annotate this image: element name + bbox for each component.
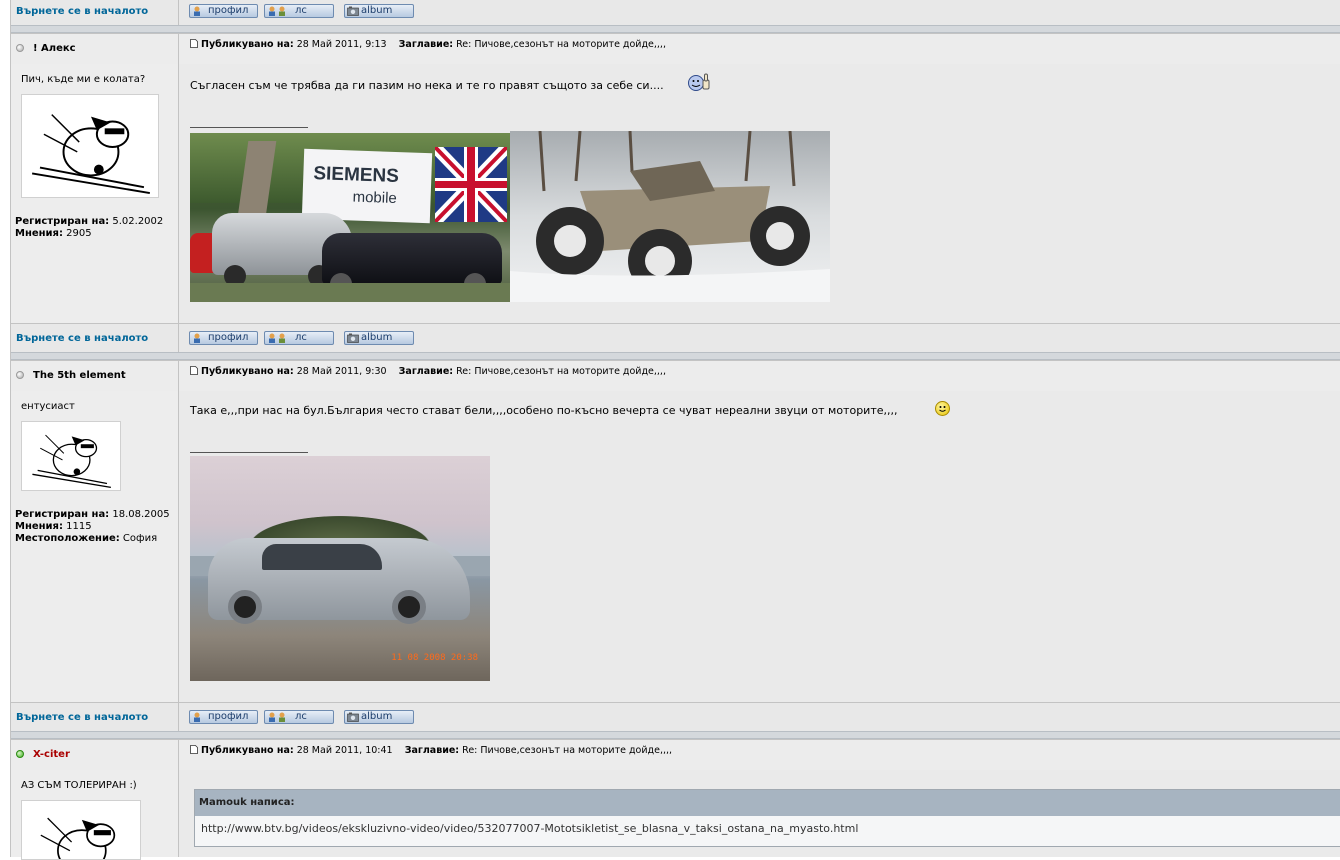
username[interactable]: The 5th element bbox=[33, 370, 126, 381]
atv-quad-illustration bbox=[510, 131, 830, 302]
avatar bbox=[21, 94, 159, 198]
camera-icon bbox=[347, 712, 359, 722]
post-icon bbox=[190, 39, 198, 48]
skiing-creature-avatar bbox=[32, 434, 111, 489]
quote-link[interactable]: http://www.btv.bg/videos/ekskluzivno-vid… bbox=[195, 816, 1340, 842]
pm-button[interactable]: лс bbox=[264, 4, 334, 18]
user-stats: Регистриран на: 18.08.2005 Мнения: 1115 … bbox=[15, 509, 170, 544]
post-meta: Публикувано на: 28 Май 2011, 9:13 Заглав… bbox=[190, 39, 666, 50]
user-rank: ентусиаст bbox=[21, 401, 75, 412]
user-stats: Регистриран на: 5.02.2002 Мнения: 2905 bbox=[15, 216, 164, 239]
union-jack-flag bbox=[435, 147, 507, 222]
signature-image-cars: SIEMENS mobile bbox=[190, 133, 510, 302]
album-button[interactable]: album bbox=[344, 331, 414, 345]
forum-thread: Върнете се в началото профил лс album ! … bbox=[10, 0, 1340, 860]
post-meta: Публикувано на: 28 Май 2011, 9:30 Заглав… bbox=[190, 366, 666, 377]
post-header-bar: The 5th element Публикувано на: 28 Май 2… bbox=[11, 360, 1340, 392]
back-to-top-link[interactable]: Върнете се в началото bbox=[16, 6, 148, 17]
users-icon bbox=[269, 333, 285, 343]
username[interactable]: ! Алекс bbox=[33, 43, 76, 54]
post-footer-bar: Върнете се в началото профил лс album bbox=[11, 702, 1340, 732]
username[interactable]: X-citer bbox=[33, 749, 70, 760]
post-footer-bar: Върнете се в началото профил лс album bbox=[11, 323, 1340, 353]
post-separator bbox=[11, 731, 1340, 739]
thumbs-up-smiley-icon bbox=[688, 73, 710, 91]
camera-icon bbox=[347, 6, 359, 16]
profile-button[interactable]: профил bbox=[189, 710, 258, 724]
back-to-top-link[interactable]: Върнете се в началото bbox=[16, 712, 148, 723]
skiing-creature-avatar bbox=[40, 817, 116, 859]
back-to-top-link[interactable]: Върнете се в началото bbox=[16, 333, 148, 344]
photo-date-stamp: 11 08 2008 20:38 bbox=[391, 653, 478, 663]
album-button[interactable]: album bbox=[344, 4, 414, 18]
smiley-icon bbox=[935, 401, 950, 416]
avatar bbox=[21, 800, 141, 860]
post-body: Пич, къде ми е колата? Регистриран на: 5… bbox=[11, 64, 1340, 323]
signature-divider bbox=[190, 127, 308, 128]
post-message: Съгласен съм че трябва да ги пазим но не… bbox=[190, 79, 664, 92]
post-meta: Публикувано на: 28 Май 2011, 10:41 Загла… bbox=[190, 745, 672, 756]
offline-status-icon bbox=[16, 371, 24, 379]
profile-button[interactable]: профил bbox=[189, 331, 258, 345]
post-icon bbox=[190, 366, 198, 375]
profile-button[interactable]: профил bbox=[189, 4, 258, 18]
users-icon bbox=[269, 712, 285, 722]
post-separator bbox=[11, 25, 1340, 33]
user-icon bbox=[194, 6, 200, 16]
post-header-bar: ! Алекс Публикувано на: 28 Май 2011, 9:1… bbox=[11, 33, 1340, 65]
post-message: Така е,,,при нас на бул.България често с… bbox=[190, 404, 898, 417]
user-rank: АЗ СЪМ ТОЛЕРИРАН :) bbox=[21, 780, 137, 791]
post-separator bbox=[11, 352, 1340, 360]
pm-button[interactable]: лс bbox=[264, 710, 334, 724]
signature-image-atv bbox=[510, 131, 830, 302]
pm-button[interactable]: лс bbox=[264, 331, 334, 345]
users-icon bbox=[269, 6, 285, 16]
online-status-icon bbox=[16, 750, 24, 758]
post-footer-bar: Върнете се в началото профил лс album bbox=[11, 0, 1340, 26]
avatar bbox=[21, 421, 121, 491]
skiing-creature-avatar bbox=[31, 114, 150, 195]
post-body: ентусиаст Регистриран на: 18.08.2005 Мне… bbox=[11, 391, 1340, 702]
post-header-bar: X-citer Публикувано на: 28 Май 2011, 10:… bbox=[11, 739, 1340, 771]
post-icon bbox=[190, 745, 198, 754]
signature-image-bmw-seaside: 11 08 2008 20:38 bbox=[190, 456, 490, 681]
post-body: АЗ СЪМ ТОЛЕРИРАН :) Mamouk написа: http:… bbox=[11, 770, 1340, 860]
offline-status-icon bbox=[16, 44, 24, 52]
camera-icon bbox=[347, 333, 359, 343]
user-rank: Пич, къде ми е колата? bbox=[21, 74, 146, 85]
user-icon bbox=[194, 333, 200, 343]
signature-divider bbox=[190, 452, 308, 453]
album-button[interactable]: album bbox=[344, 710, 414, 724]
user-icon bbox=[194, 712, 200, 722]
quote-author: Mamouk написа: bbox=[195, 790, 1340, 816]
quote-block: Mamouk написа: http://www.btv.bg/videos/… bbox=[194, 789, 1340, 847]
